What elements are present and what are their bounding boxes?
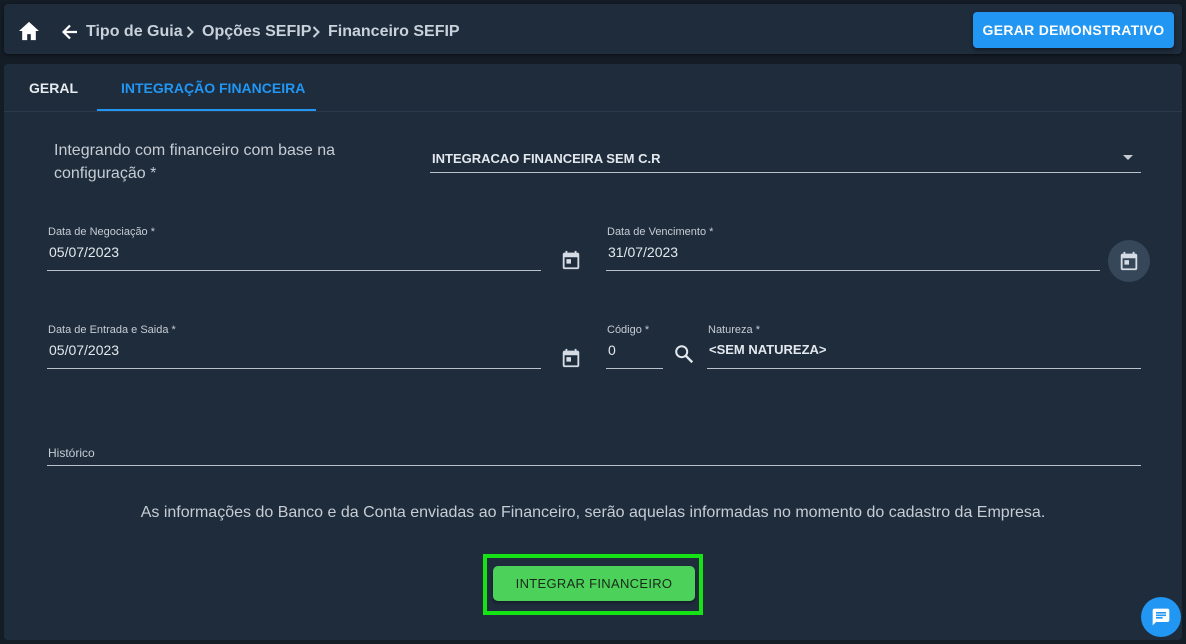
tab-integracao-financeira[interactable]: INTEGRAÇÃO FINANCEIRA [121,80,305,96]
config-select[interactable]: INTEGRACAO FINANCEIRA SEM C.R [430,148,1141,173]
calendar-icon[interactable] [560,249,582,271]
search-icon[interactable] [673,343,695,365]
info-text: As informações do Banco e da Conta envia… [140,504,1046,521]
data-entrada-saida-value: 05/07/2023 [49,342,120,358]
config-label: Integrando com financeiro com base na co… [54,142,336,182]
natureza-label: Natureza * [708,324,760,336]
data-entrada-saida-field[interactable]: Data de Entrada e Saida * 05/07/2023 [47,324,541,369]
gerar-demonstrativo-button[interactable]: GERAR DEMONSTRATIVO [973,12,1174,48]
chat-button[interactable] [1141,597,1181,637]
data-vencimento-field[interactable]: Data de Vencimento * 31/07/2023 [606,226,1100,271]
tab-geral[interactable]: GERAL [29,80,78,96]
calendar-icon[interactable] [1118,250,1140,272]
chevron-right-icon [312,26,320,38]
chevron-right-icon [186,26,194,38]
tab-divider [4,111,1182,112]
config-select-value: INTEGRACAO FINANCEIRA SEM C.R [432,151,661,166]
codigo-value: 0 [608,342,616,358]
calendar-icon[interactable] [560,347,582,369]
data-negociacao-value: 05/07/2023 [49,244,120,260]
data-negociacao-field[interactable]: Data de Negociação * 05/07/2023 [47,226,541,271]
arrow-left-icon[interactable] [60,22,80,42]
data-negociacao-label: Data de Negociação * [48,226,156,238]
historico-field[interactable]: Histórico [47,442,1141,466]
breadcrumb-tipo-de-guia[interactable]: Tipo de Guia [86,23,183,41]
breadcrumb-financeiro-sefip: Financeiro SEFIP [328,23,460,40]
codigo-label: Código * [607,324,650,336]
data-vencimento-label: Data de Vencimento * [607,226,714,238]
home-icon[interactable] [18,21,40,41]
codigo-field[interactable]: Código * 0 [606,324,663,369]
chat-icon [1152,608,1170,626]
historico-label: Histórico [48,446,95,460]
natureza-field[interactable]: Natureza * <SEM NATUREZA> [707,324,1141,369]
main-card: GERAL INTEGRAÇÃO FINANCEIRA Integrando c… [4,64,1182,640]
dropdown-caret-icon [1123,155,1133,160]
breadcrumb-opcoes-sefip[interactable]: Opções SEFIP [202,23,311,41]
natureza-value: <SEM NATUREZA> [709,342,827,357]
data-entrada-saida-label: Data de Entrada e Saida * [48,324,176,336]
data-vencimento-value: 31/07/2023 [608,244,679,260]
integrar-financeiro-button[interactable]: INTEGRAR FINANCEIRO [493,566,695,601]
